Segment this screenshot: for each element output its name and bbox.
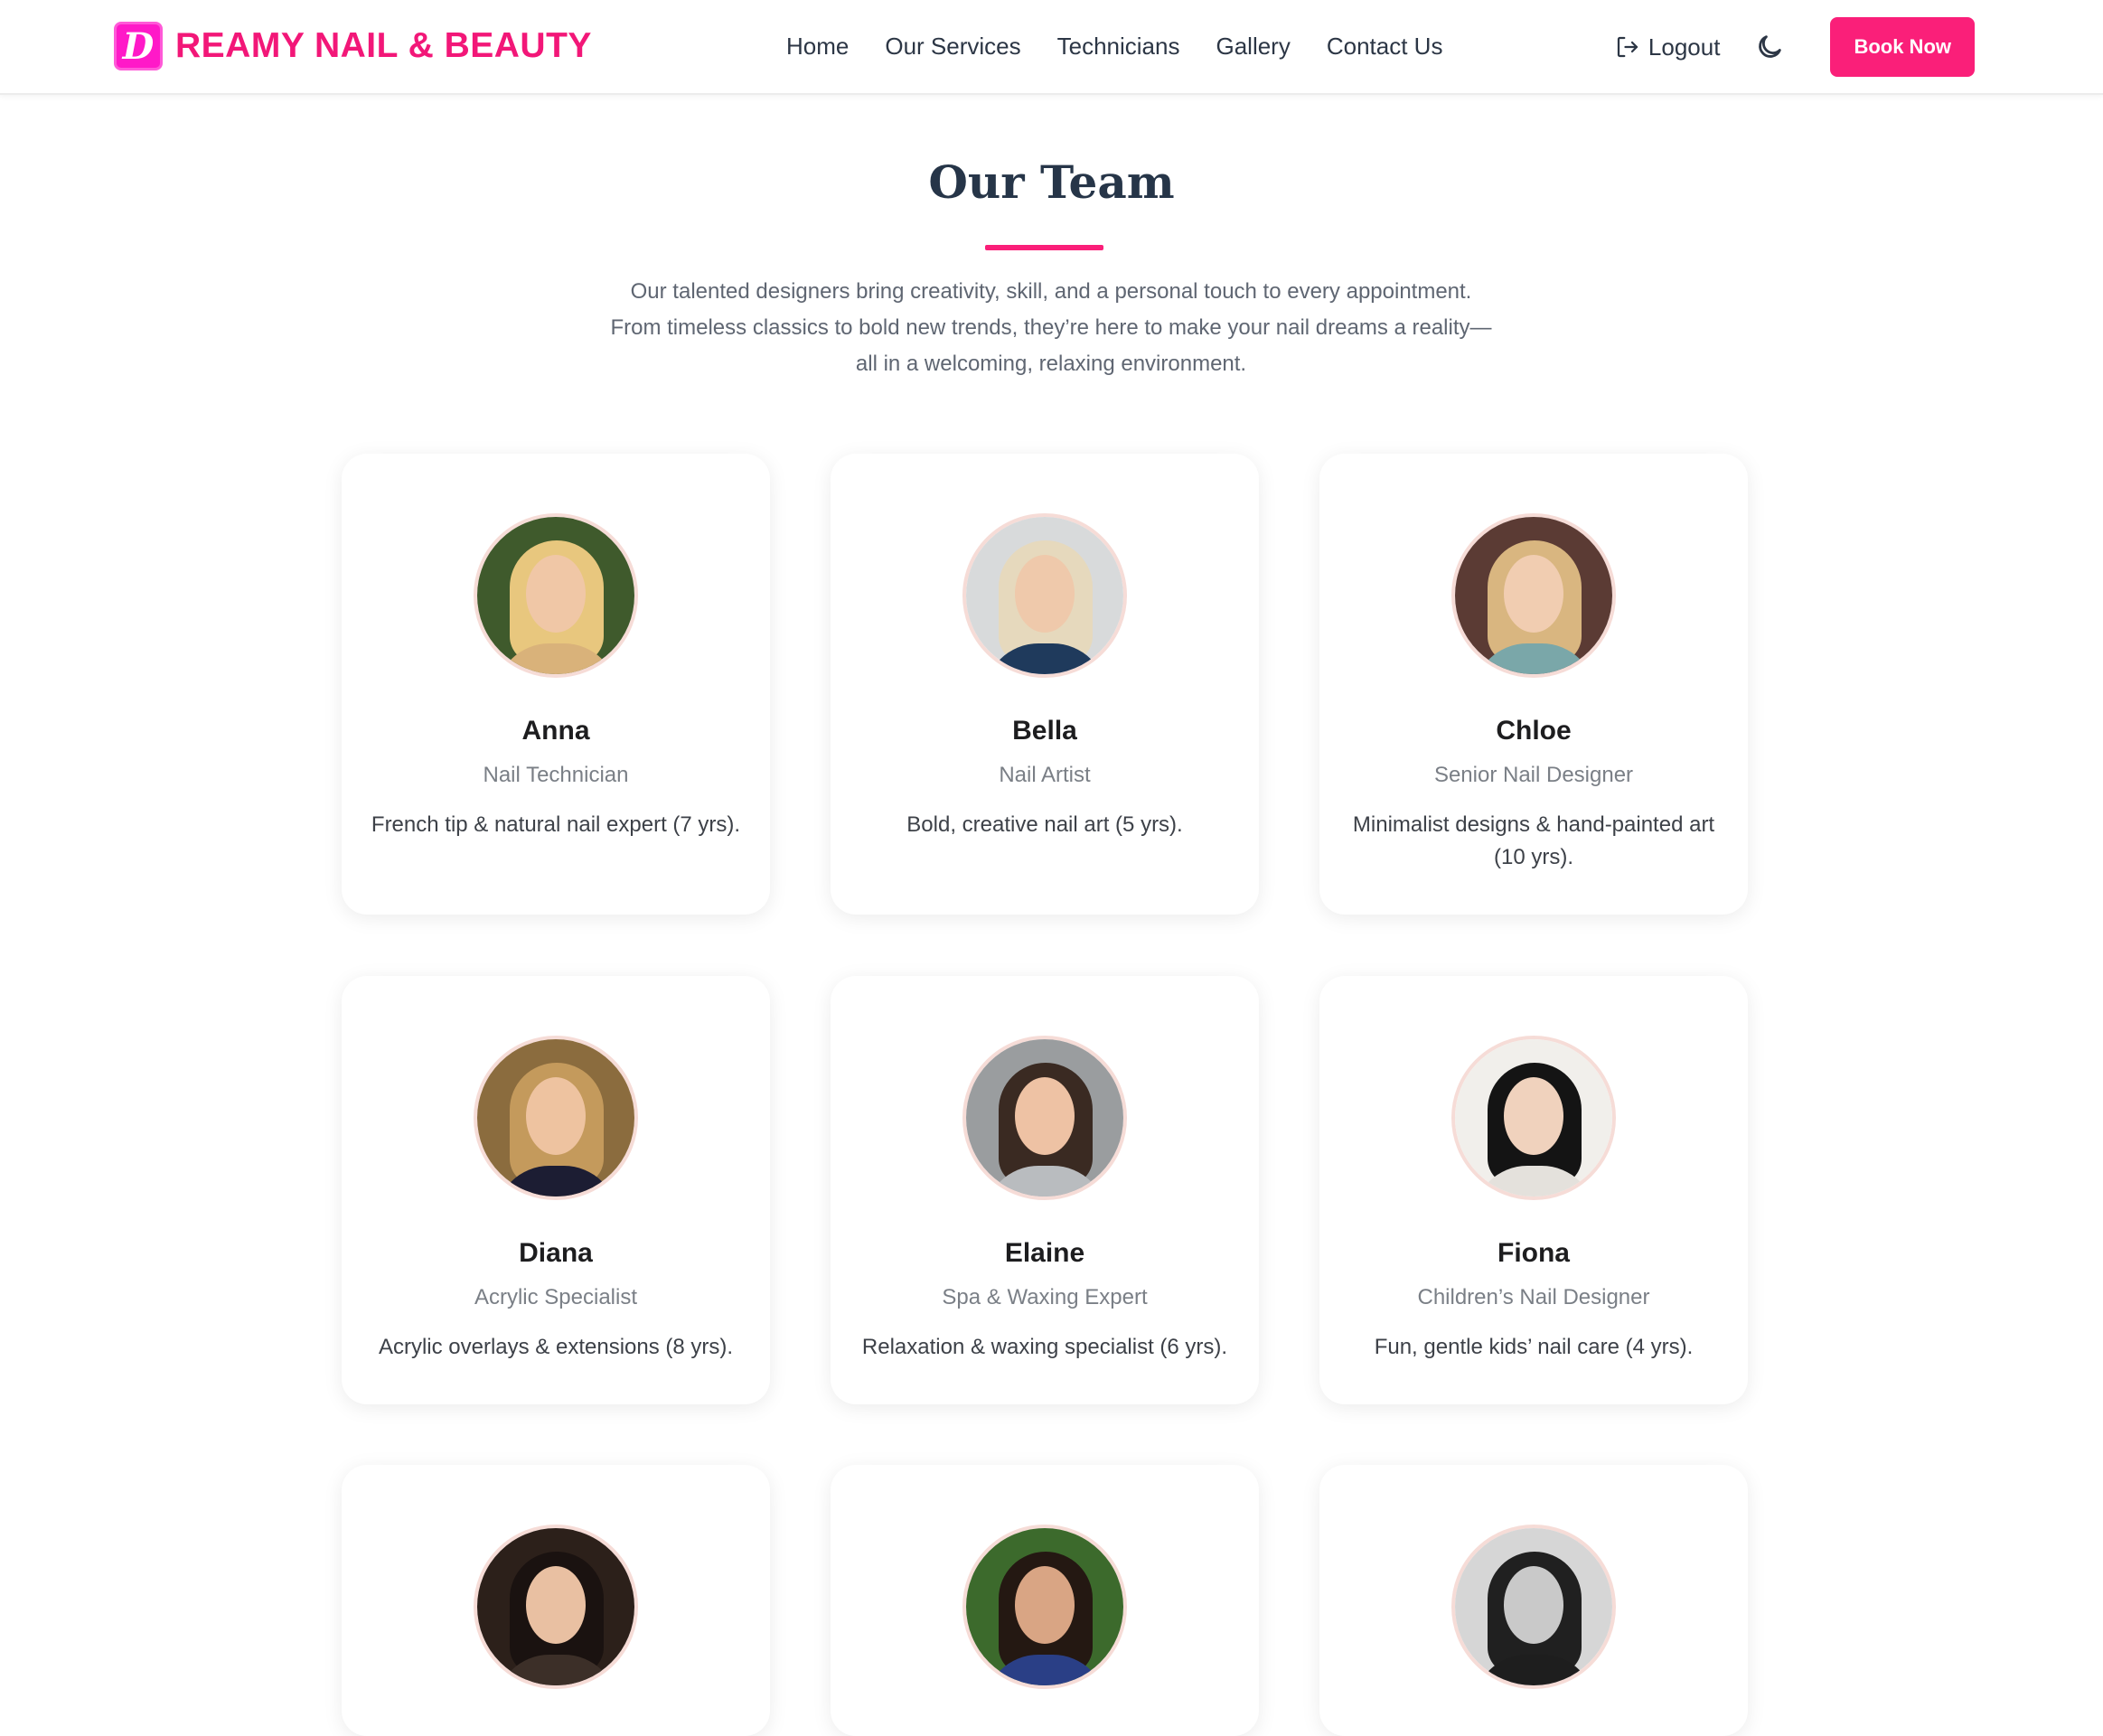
avatar: [474, 1525, 638, 1689]
avatar: [962, 1036, 1127, 1200]
logout-button[interactable]: Logout: [1614, 33, 1721, 61]
main-nav: Home Our Services Technicians Gallery Co…: [786, 27, 1479, 65]
nav-contact-us[interactable]: Contact Us: [1327, 33, 1443, 61]
intro-line: all in a welcoming, relaxing environment…: [855, 352, 1247, 376]
team-card: [342, 1465, 770, 1736]
team-member-name: Elaine: [1004, 1238, 1085, 1268]
team-member-bio: Minimalist designs & hand-painted art (1…: [1352, 812, 1715, 869]
section-title: Our Team: [928, 155, 1175, 209]
avatar: [962, 513, 1127, 678]
team-member-role: Children’s Nail Designer: [1417, 1285, 1650, 1309]
team-member-bio: Fun, gentle kids’ nail care (4 yrs).: [1374, 1335, 1694, 1359]
avatar: [1451, 1525, 1616, 1689]
brand-logo-icon: D: [114, 22, 163, 70]
moon-icon[interactable]: [1754, 32, 1785, 62]
site-header: D REAMY NAIL & BEAUTY Home Our Services …: [0, 0, 2103, 95]
avatar: [1451, 1036, 1616, 1200]
team-member-name: Diana: [519, 1238, 593, 1268]
team-card: Diana Acrylic Specialist Acrylic overlay…: [342, 976, 770, 1404]
avatar: [474, 513, 638, 678]
avatar: [1451, 513, 1616, 678]
intro-line: From timeless classics to bold new trend…: [610, 315, 1492, 340]
avatar: [474, 1036, 638, 1200]
book-now-button[interactable]: Book Now: [1830, 17, 1975, 77]
title-underline: [985, 245, 1103, 250]
team-member-role: Spa & Waxing Expert: [942, 1285, 1148, 1309]
logout-icon: [1617, 36, 1638, 58]
avatar: [962, 1525, 1127, 1689]
team-member-name: Fiona: [1497, 1238, 1570, 1268]
team-member-name: Anna: [521, 716, 590, 746]
brand-logo-link[interactable]: D REAMY NAIL & BEAUTY: [114, 22, 592, 70]
team-member-bio: French tip & natural nail expert (7 yrs)…: [371, 812, 741, 837]
team-member-role: Nail Artist: [999, 763, 1091, 787]
team-member-name: Bella: [1012, 716, 1077, 746]
team-card: Chloe Senior Nail Designer Minimalist de…: [1319, 454, 1748, 915]
intro-line: Our talented designers bring creativity,…: [630, 279, 1472, 304]
header-actions: Logout Book Now: [1614, 17, 1975, 77]
team-card: [1319, 1465, 1748, 1736]
team-card: Fiona Children’s Nail Designer Fun, gent…: [1319, 976, 1748, 1404]
nav-home[interactable]: Home: [786, 33, 849, 61]
team-member-bio: Acrylic overlays & extensions (8 yrs).: [378, 1335, 734, 1359]
team-card: Elaine Spa & Waxing Expert Relaxation & …: [831, 976, 1259, 1404]
team-member-role: Nail Technician: [483, 763, 629, 787]
brand-name: REAMY NAIL & BEAUTY: [175, 26, 592, 65]
team-card: [831, 1465, 1259, 1736]
nav-gallery[interactable]: Gallery: [1216, 33, 1290, 61]
team-member-bio: Relaxation & waxing specialist (6 yrs).: [861, 1335, 1228, 1359]
team-card: Anna Nail Technician French tip & natura…: [342, 454, 770, 915]
section-intro: Our talented designers bring creativity,…: [554, 274, 1548, 382]
logout-label: Logout: [1648, 33, 1721, 61]
team-card: Bella Nail Artist Bold, creative nail ar…: [831, 454, 1259, 915]
nav-our-services[interactable]: Our Services: [885, 33, 1020, 61]
team-member-role: Senior Nail Designer: [1433, 763, 1634, 787]
team-member-role: Acrylic Specialist: [474, 1285, 638, 1309]
team-member-name: Chloe: [1496, 716, 1572, 746]
team-member-bio: Bold, creative nail art (5 yrs).: [906, 812, 1183, 837]
nav-technicians[interactable]: Technicians: [1057, 33, 1180, 61]
